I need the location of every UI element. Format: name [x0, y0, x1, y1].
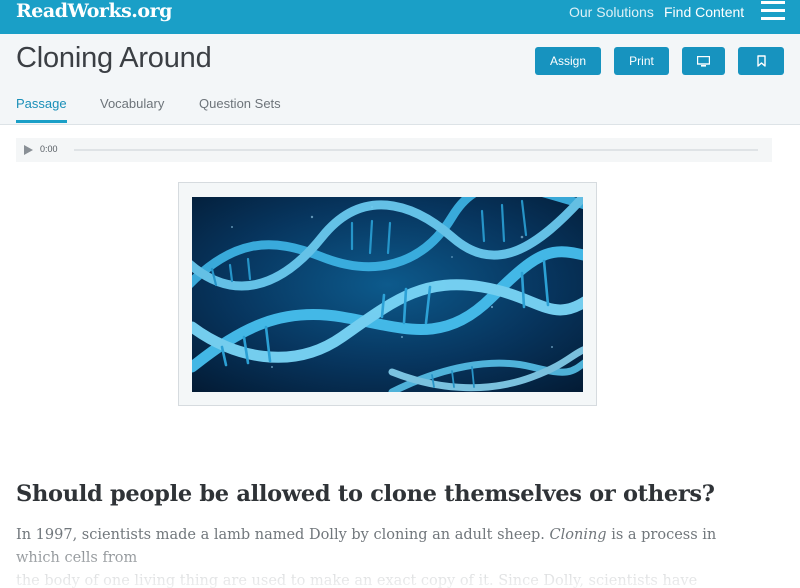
tab-vocabulary[interactable]: Vocabulary	[100, 96, 164, 111]
nav-our-solutions[interactable]: Our Solutions	[569, 4, 654, 20]
dna-helix-image	[192, 197, 583, 392]
passage-image-frame	[178, 182, 597, 406]
readworks-logo[interactable]: ReadWorks.org	[16, 0, 172, 22]
page-title: Cloning Around	[16, 42, 212, 74]
audio-progress-track[interactable]	[74, 149, 758, 151]
paragraph-text-3: the body of one living thing are used to…	[16, 573, 698, 588]
monitor-icon	[697, 55, 710, 67]
paragraph-emphasis: Cloning	[549, 527, 607, 543]
tab-question-sets[interactable]: Question Sets	[199, 96, 281, 111]
tab-passage[interactable]: Passage	[16, 96, 67, 123]
page-header: Cloning Around Assign Print Passage Voca…	[0, 34, 800, 125]
bookmark-button[interactable]	[738, 47, 784, 75]
paragraph-text-1: In 1997, scientists made a lamb named Do…	[16, 527, 550, 543]
play-icon[interactable]	[24, 145, 33, 155]
article-headline: Should people be allowed to clone themse…	[16, 481, 715, 507]
top-navigation-bar: ReadWorks.org Our Solutions Find Content	[0, 0, 800, 34]
bookmark-icon	[756, 55, 766, 67]
present-button[interactable]	[682, 47, 725, 75]
article-paragraph: In 1997, scientists made a lamb named Do…	[16, 524, 756, 588]
print-button[interactable]: Print	[614, 47, 669, 75]
hamburger-menu-icon[interactable]	[761, 1, 785, 21]
nav-find-content[interactable]: Find Content	[664, 4, 744, 20]
assign-button[interactable]: Assign	[535, 47, 601, 75]
audio-time: 0:00	[40, 144, 58, 154]
audio-player: 0:00	[16, 138, 772, 162]
